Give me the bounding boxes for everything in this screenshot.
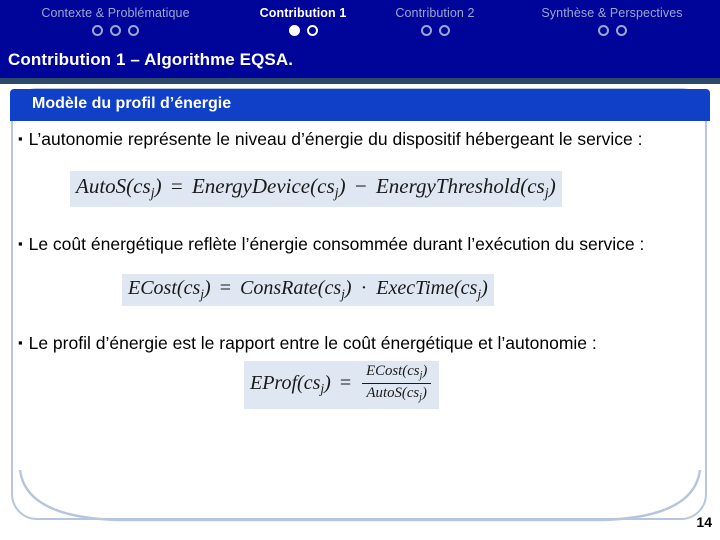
header-divider-gap	[0, 84, 720, 86]
slide-body: ▪ L’autonomie représente le niveau d’éner…	[18, 128, 702, 508]
nav-item-contexte-dots	[8, 24, 223, 36]
bullet-paragraph-3-text: Le profil d’énergie est le rapport entre…	[28, 333, 597, 354]
formula-1-rhs2-fn: EnergyThreshold	[375, 174, 521, 199]
formula-3-wrapper: EProf(csj) = ECost(csj) AutoS(csj)	[18, 361, 702, 409]
formula-2-rhs2-arg: cs	[460, 276, 478, 299]
formula-3-lhs-paren-close: )	[324, 372, 331, 395]
formula-1-rhs1-fn: EnergyDevice	[191, 174, 311, 199]
progress-dot-filled-icon	[288, 24, 300, 36]
formula-2-operator: ·	[360, 276, 368, 299]
bullet-paragraph-2-text: Le coût énergétique reflète l’énergie co…	[28, 233, 645, 254]
formula-eprof: EProf(csj) = ECost(csj) AutoS(csj)	[244, 361, 440, 409]
section-banner: Modèle du profil d’énergie	[10, 89, 710, 121]
progress-dot-icon	[92, 24, 103, 36]
formula-1-rhs1-arg: cs	[317, 174, 335, 199]
nav-item-contexte[interactable]: Contexte & Problématique	[8, 7, 223, 36]
formula-2-equals: =	[219, 276, 231, 299]
progress-dot-icon	[615, 24, 627, 36]
formula-2-lhs-paren: (	[176, 276, 184, 299]
nav-item-synthese[interactable]: Synthèse & Perspectives	[512, 7, 712, 36]
formula-3-num-paren-close: )	[422, 363, 428, 380]
formula-1-lhs-paren-close: )	[154, 174, 162, 199]
formula-3-numerator: ECost(csj)	[362, 363, 431, 383]
section-banner-label: Modèle du profil d’énergie	[32, 95, 232, 112]
formula-3-denominator: AutoS(csj)	[362, 382, 432, 404]
formula-3-lhs-paren: (	[297, 372, 304, 395]
progress-dot-icon	[128, 24, 139, 36]
bullet-paragraph-2: ▪ Le coût énergétique reflète l’énergie c…	[18, 233, 683, 256]
nav-item-contribution-1-label: Contribution 1	[259, 6, 347, 20]
formula-2-rhs2-paren: (	[453, 276, 461, 299]
formula-1-rhs2-arg: cs	[527, 174, 545, 199]
formula-1-lhs-fn: AutoS	[76, 174, 127, 199]
formula-3-num-arg: cs	[407, 363, 420, 380]
formula-1-equals: =	[170, 174, 183, 199]
nav-item-synthese-dots	[512, 24, 712, 36]
formula-1-wrapper: AutoS(csj) = EnergyDevice(csj) − EnergyT…	[18, 171, 702, 207]
formula-3-den-paren-close: )	[421, 384, 427, 401]
formula-2-wrapper: ECost(csj) = ConsRate(csj) · ExecTime(cs…	[18, 273, 702, 307]
bullet-paragraph-1-text: L’autonomie représente le niveau d’énerg…	[28, 129, 643, 149]
section-navigation: Contexte & Problématique Contribution 1 …	[0, 7, 720, 47]
nav-item-synthese-label: Synthèse & Perspectives	[541, 6, 683, 20]
formula-2-lhs-arg: cs	[183, 276, 201, 299]
progress-dot-icon	[110, 24, 121, 36]
nav-item-contribution-2-label: Contribution 2	[395, 6, 475, 20]
formula-1-rhs1-paren-close: )	[338, 174, 346, 199]
formula-2-rhs1-fn: ConsRate	[239, 276, 318, 299]
progress-dot-icon	[438, 24, 450, 36]
bullet-glyph-icon: ▪	[18, 235, 23, 251]
formula-2-rhs1-arg: cs	[324, 276, 342, 299]
bullet-paragraph-1: ▪ L’autonomie représente le niveau d’éner…	[18, 128, 683, 151]
formula-3-lhs-arg: cs	[303, 372, 321, 395]
nav-item-contexte-label: Contexte & Problématique	[41, 6, 190, 20]
formula-1-operator: −	[354, 174, 367, 199]
header-band: Contexte & Problématique Contribution 1 …	[0, 0, 720, 78]
formula-3-num-fn: ECost	[366, 363, 403, 380]
nav-item-contribution-1[interactable]: Contribution 1	[238, 7, 368, 36]
page-number: 14	[696, 514, 712, 530]
formula-2-rhs2-paren-close: )	[481, 276, 488, 299]
bullet-glyph-icon: ▪	[18, 335, 23, 351]
formula-3-lhs-fn: EProf	[250, 372, 298, 395]
slide-title: Contribution 1 – Algorithme EQSA.	[8, 50, 294, 69]
progress-dot-icon	[306, 24, 318, 36]
bullet-glyph-icon: ▪	[18, 131, 23, 146]
nav-item-contribution-1-dots	[238, 24, 368, 36]
formula-2-rhs1-paren-close: )	[344, 276, 352, 299]
formula-1-lhs-arg: cs	[133, 174, 151, 199]
formula-3-den-fn: AutoS	[366, 384, 402, 401]
formula-3-equals: =	[339, 372, 352, 395]
formula-2-rhs2-fn: ExecTime	[376, 276, 454, 299]
formula-3-fraction: ECost(csj) AutoS(csj)	[362, 363, 432, 404]
formula-1-rhs2-paren-close: )	[548, 174, 556, 199]
formula-ecost: ECost(csj) = ConsRate(csj) · ExecTime(cs…	[122, 273, 494, 307]
formula-2-lhs-fn: ECost	[128, 276, 177, 299]
formula-2-lhs-paren-close: )	[204, 276, 211, 299]
progress-dot-icon	[597, 24, 609, 36]
formula-autos: AutoS(csj) = EnergyDevice(csj) − EnergyT…	[70, 171, 562, 207]
nav-item-contribution-2-dots	[375, 24, 495, 36]
nav-item-contribution-2[interactable]: Contribution 2	[375, 7, 495, 36]
formula-3-den-arg: cs	[406, 384, 420, 401]
bullet-paragraph-3: ▪ Le profil d’énergie est le rapport entr…	[18, 332, 683, 355]
progress-dot-icon	[420, 24, 432, 36]
